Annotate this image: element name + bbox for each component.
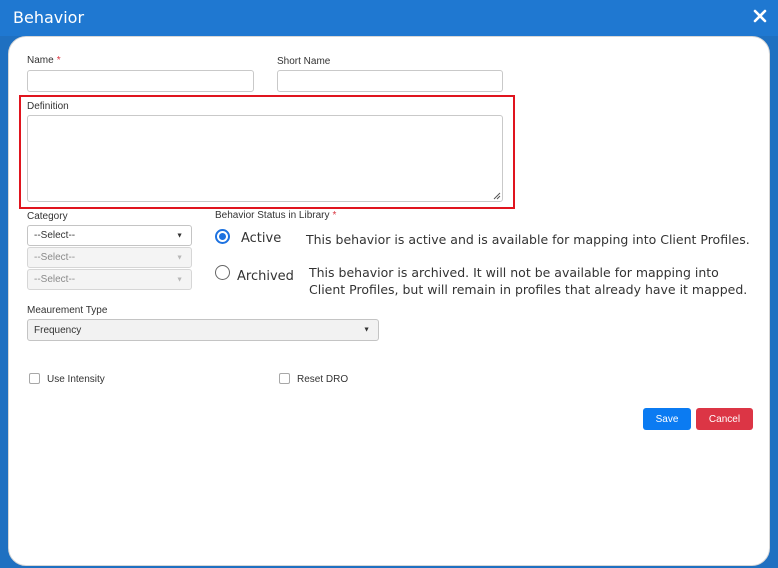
subcategory-select-value: --Select-- [34, 252, 76, 263]
status-label-text: Behavior Status in Library [215, 210, 330, 221]
required-marker: * [56, 55, 61, 66]
status-active-radio[interactable] [215, 229, 230, 244]
use-intensity-label[interactable]: Use Intensity [47, 374, 105, 385]
use-intensity-checkbox[interactable] [29, 373, 40, 384]
status-archived-description: This behavior is archived. It will not b… [309, 265, 748, 297]
subcategory-select: --Select-- ▼ [27, 247, 192, 268]
status-archived-radio[interactable] [215, 265, 230, 280]
name-input[interactable] [27, 70, 254, 92]
reset-dro-label[interactable]: Reset DRO [297, 374, 348, 385]
sub-subcategory-select: --Select-- ▼ [27, 269, 192, 290]
category-label: Category [27, 211, 68, 222]
short-name-input[interactable] [277, 70, 503, 92]
short-name-label: Short Name [277, 56, 331, 67]
category-select-value: --Select-- [34, 230, 76, 241]
reset-dro-checkbox[interactable] [279, 373, 290, 384]
chevron-down-icon: ▼ [176, 276, 183, 283]
chevron-down-icon: ▼ [176, 254, 183, 261]
chevron-down-icon: ▼ [363, 326, 370, 334]
measurement-type-select[interactable]: Frequency ▼ [27, 319, 379, 341]
status-active-label[interactable]: Active [241, 231, 281, 246]
sub-subcategory-select-value: --Select-- [34, 274, 76, 285]
status-active-description: This behavior is active and is available… [306, 232, 750, 247]
status-archived-label[interactable]: Archived [237, 269, 294, 284]
measurement-type-value: Frequency [34, 324, 82, 336]
name-label-text: Name [27, 55, 54, 66]
measurement-type-label: Meaurement Type [27, 305, 108, 316]
resize-grip-icon[interactable] [493, 192, 501, 200]
dialog-title: Behavior [13, 8, 85, 27]
status-label: Behavior Status in Library * [215, 210, 336, 221]
definition-textarea[interactable] [27, 115, 503, 202]
required-marker: * [332, 210, 337, 221]
definition-label: Definition [27, 101, 69, 112]
chevron-down-icon: ▼ [176, 232, 183, 239]
close-icon[interactable] [752, 8, 768, 24]
dialog-body: Name * Short Name Definition Category --S… [8, 36, 770, 566]
save-button[interactable]: Save [643, 408, 691, 430]
cancel-button[interactable]: Cancel [696, 408, 753, 430]
dialog-titlebar: Behavior [0, 0, 778, 36]
category-select[interactable]: --Select-- ▼ [27, 225, 192, 246]
name-label: Name * [27, 55, 61, 66]
